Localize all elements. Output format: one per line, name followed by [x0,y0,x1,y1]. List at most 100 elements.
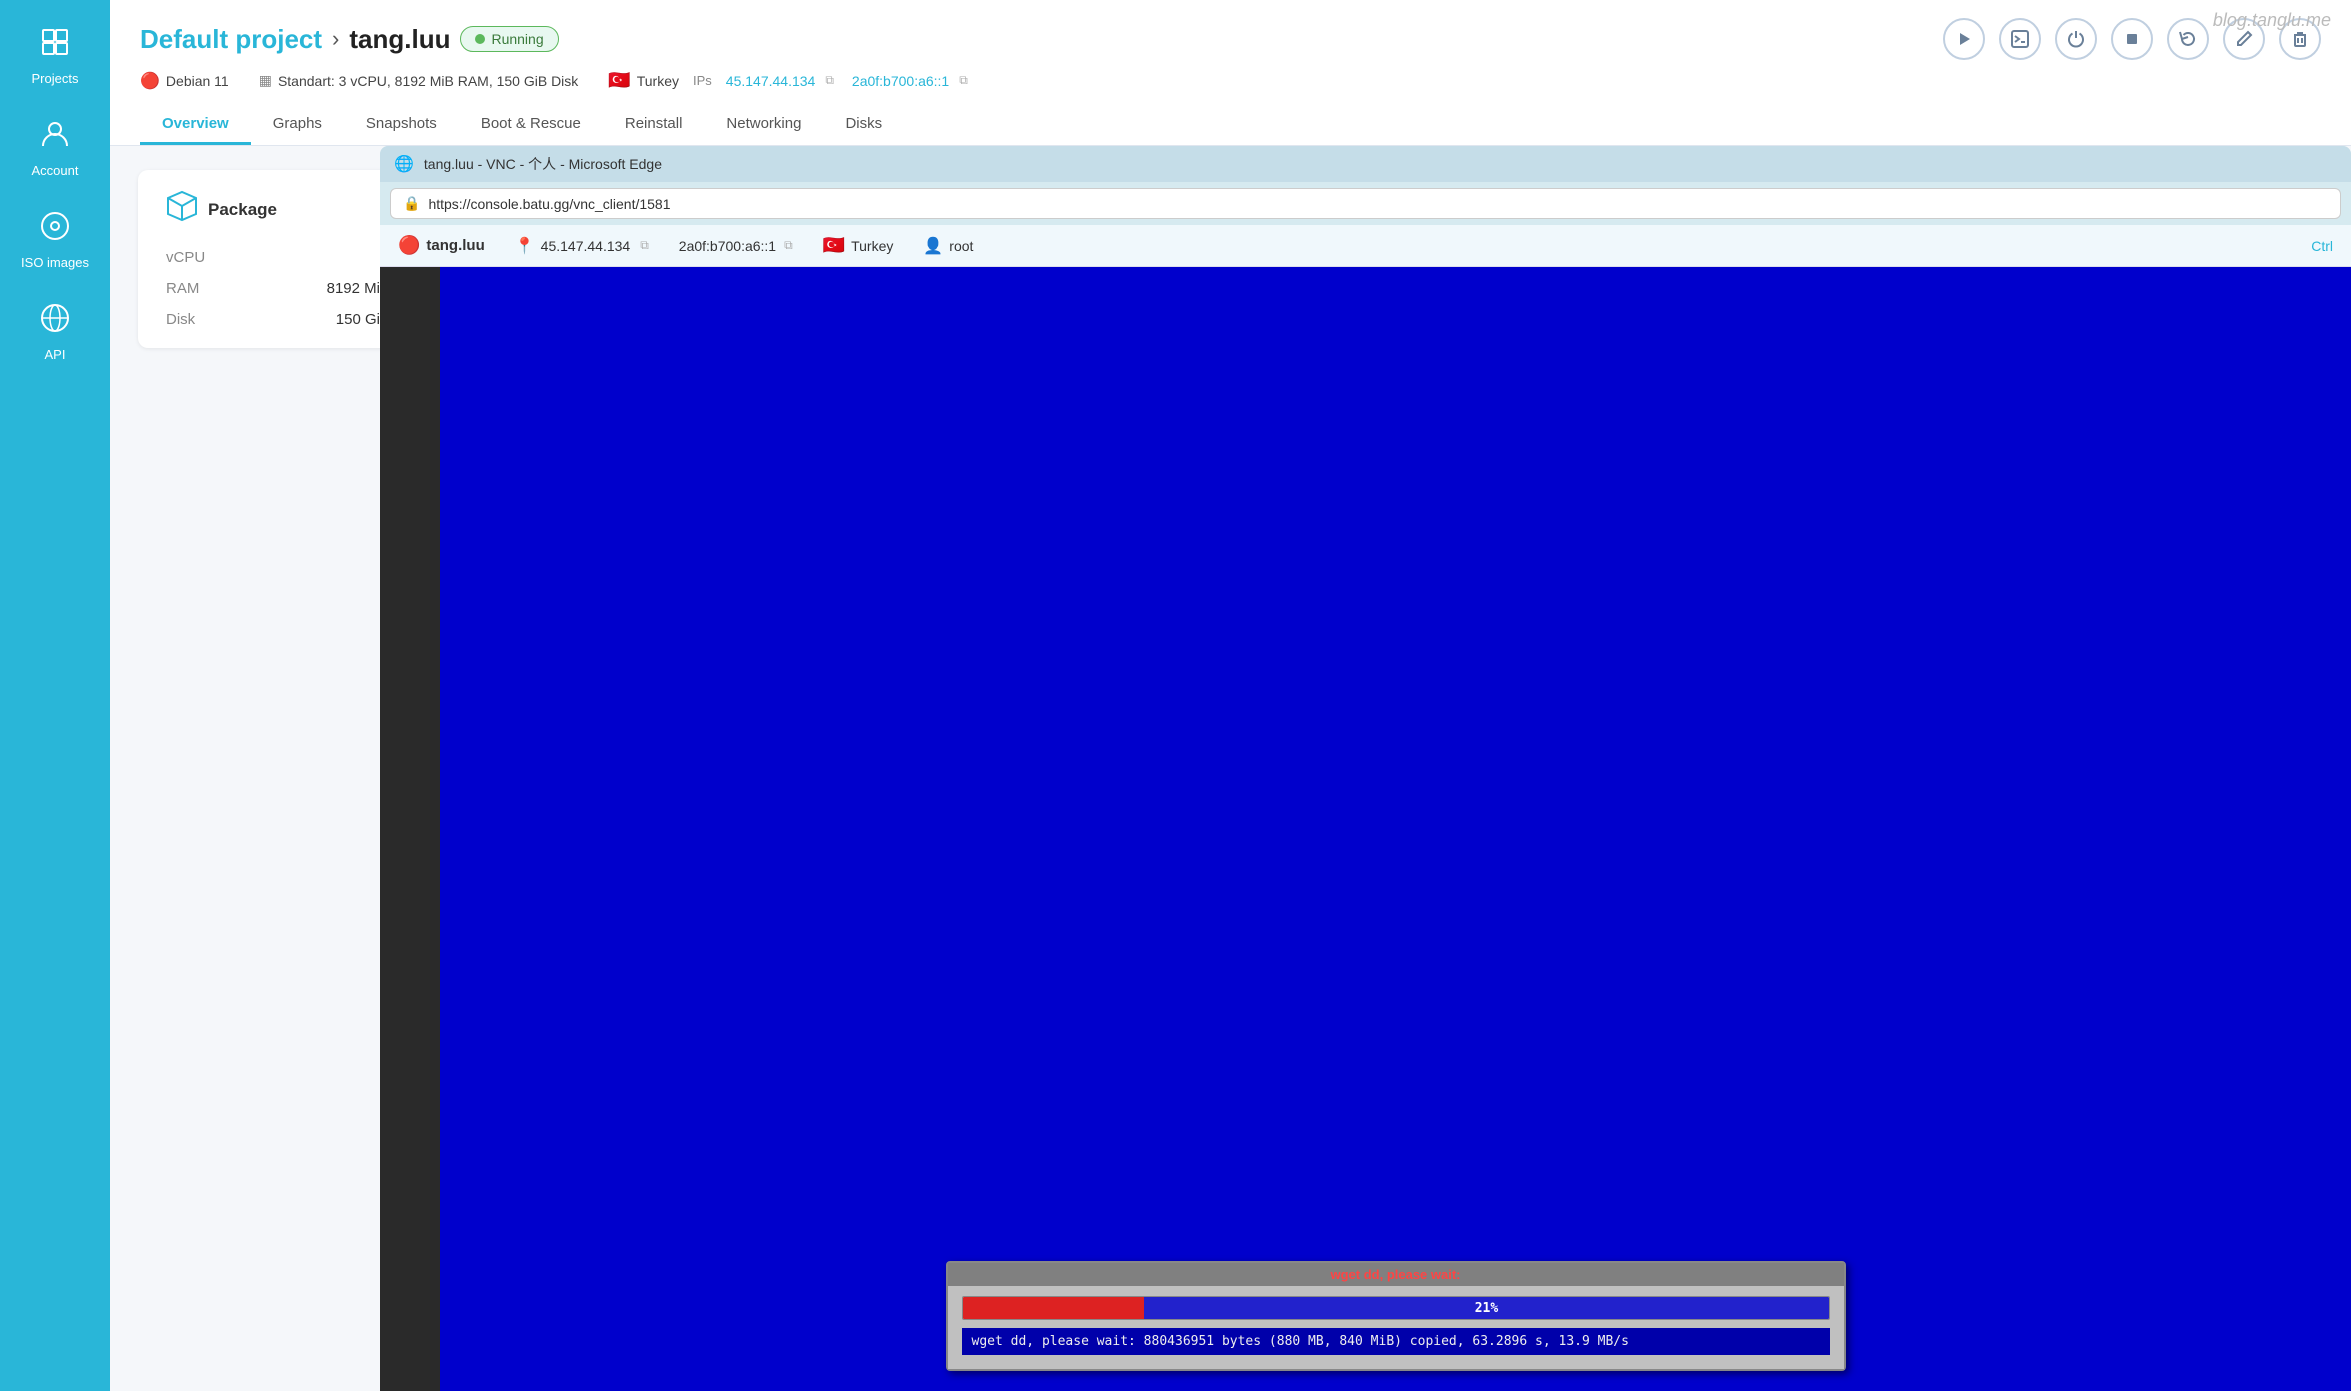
iso-icon [39,210,71,249]
header-top: Default project › tang.luu Running [140,18,2321,60]
stop-button[interactable] [2111,18,2153,60]
sidebar-label-projects: Projects [32,71,79,86]
watermark: blog.tanglu.me [2213,10,2331,31]
server-name: tang.luu [349,24,450,55]
location-info: 🇹🇷 Turkey IPs 45.147.44.134 ⧉ 2a0f:b700:… [608,70,968,91]
sidebar-label-api: API [45,347,66,362]
progress-bar-container: 21% [962,1296,1830,1320]
content-area: Package vCPU 3 RAM 8192 MiB Disk 150 GiB [110,146,2351,1391]
tab-overview[interactable]: Overview [140,105,251,145]
browser-tab-title: tang.luu - VNC - 个人 - Microsoft Edge [424,154,662,174]
browser-address-bar[interactable]: 🔒 https://console.batu.gg/vnc_client/158… [390,188,2341,219]
address-text: https://console.batu.gg/vnc_client/1581 [428,196,2328,212]
progress-fill [963,1297,1145,1319]
package-desc: Standart: 3 vCPU, 8192 MiB RAM, 150 GiB … [278,73,578,89]
package-box-icon [166,190,198,229]
progress-percent: 21% [1475,1301,1498,1316]
package-icon: ▦ [259,72,272,89]
vnc-ipv4: 45.147.44.134 [541,238,631,254]
vnc-ipv6-copy[interactable]: ⧉ [784,238,793,253]
flag-icon: 🇹🇷 [608,70,630,91]
sidebar-item-projects[interactable]: Projects [0,10,110,102]
ipv4-copy-icon[interactable]: ⧉ [825,73,834,88]
tab-snapshots[interactable]: Snapshots [344,105,459,145]
location-pin-icon: 📍 [515,236,535,256]
tab-boot-rescue[interactable]: Boot & Rescue [459,105,603,145]
os-icon: 🔴 [140,71,160,91]
ram-row: RAM 8192 MiB [166,280,390,297]
package-header: Package [166,190,390,229]
vnc-user: root [949,238,973,254]
sidebar: Projects Account ISO images API [0,0,110,1391]
vnc-ipv6: 2a0f:b700:a6::1 [679,238,776,254]
ipv4-link[interactable]: 45.147.44.134 [726,73,816,89]
vcpu-label: vCPU [166,249,205,266]
debian-icon: 🔴 [398,235,420,256]
package-details: vCPU 3 RAM 8192 MiB Disk 150 GiB [166,249,390,328]
tab-graphs[interactable]: Graphs [251,105,344,145]
projects-icon [39,26,71,65]
vnc-country-info: 🇹🇷 Turkey [823,235,894,256]
progress-rest: 21% [1144,1297,1828,1319]
disk-row: Disk 150 GiB [166,311,390,328]
dialog-content: 21% wget dd, please wait: 880436951 byte… [948,1286,1844,1369]
breadcrumb-separator: › [332,26,339,52]
vnc-server-name: tang.luu [426,237,484,254]
vnc-info-bar: 🔴 tang.luu 📍 45.147.44.134 ⧉ 2a0f:b700:a… [380,225,2351,267]
sidebar-label-account: Account [32,163,79,178]
vcpu-row: vCPU 3 [166,249,390,266]
os-name: Debian 11 [166,73,229,89]
country: Turkey [637,73,679,89]
reset-button[interactable] [2167,18,2209,60]
status-text: Running [491,31,543,47]
package-title: Package [208,200,277,220]
play-button[interactable] [1943,18,1985,60]
vnc-location-info: 📍 45.147.44.134 ⧉ [515,236,649,256]
status-dot [475,34,485,44]
dialog-title-text: wget dd, please wait: [1330,1267,1460,1282]
vnc-flag-icon: 🇹🇷 [823,235,845,256]
progress-bar: 21% [963,1297,1829,1319]
ips-label: IPs [693,73,712,88]
project-link[interactable]: Default project [140,24,322,55]
main-content: Default project › tang.luu Running [110,0,2351,1391]
sidebar-item-account[interactable]: Account [0,102,110,194]
vnc-user-info: 👤 root [923,236,973,256]
vnc-server-info: 🔴 tang.luu [398,235,485,256]
package-card: Package vCPU 3 RAM 8192 MiB Disk 150 GiB [138,170,418,348]
ipv6-link[interactable]: 2a0f:b700:a6::1 [852,73,949,89]
ipv6-copy-icon[interactable]: ⧉ [959,73,968,88]
browser-favicon: 🌐 [394,154,414,174]
progress-dialog: wget dd, please wait: 21% [946,1261,1846,1371]
tab-networking[interactable]: Networking [704,105,823,145]
server-meta: 🔴 Debian 11 ▦ Standart: 3 vCPU, 8192 MiB… [140,70,2321,91]
dialog-title-bar: wget dd, please wait: [948,1263,1844,1286]
browser-chrome: 🌐 tang.luu - VNC - 个人 - Microsoft Edge 🔒… [380,146,2351,225]
tab-disks[interactable]: Disks [823,105,904,145]
sidebar-label-iso: ISO images [21,255,89,270]
disk-label: Disk [166,311,195,328]
vnc-ctrl: Ctrl [2311,238,2333,254]
os-info: 🔴 Debian 11 [140,71,229,91]
sidebar-item-api[interactable]: API [0,286,110,378]
vnc-country: Turkey [851,238,893,254]
vnc-overlay: 🌐 tang.luu - VNC - 个人 - Microsoft Edge 🔒… [380,146,2351,1391]
vnc-ctrl-label: Ctrl [2311,238,2333,254]
console-button[interactable] [1999,18,2041,60]
power-button[interactable] [2055,18,2097,60]
user-icon: 👤 [923,236,943,256]
vnc-ipv4-copy[interactable]: ⧉ [640,238,649,253]
vnc-ipv6-info: 2a0f:b700:a6::1 ⧉ [679,238,793,254]
progress-status: wget dd, please wait: 880436951 bytes (8… [962,1328,1830,1355]
tab-reinstall[interactable]: Reinstall [603,105,705,145]
account-icon [39,118,71,157]
breadcrumb: Default project › tang.luu Running [140,24,559,55]
vnc-dark-sidebar [380,267,440,1391]
sidebar-item-iso-images[interactable]: ISO images [0,194,110,286]
ram-label: RAM [166,280,199,297]
browser-title-bar: 🌐 tang.luu - VNC - 个人 - Microsoft Edge [380,146,2351,182]
api-icon [39,302,71,341]
lock-icon: 🔒 [403,195,420,212]
status-badge: Running [460,26,558,52]
vnc-screen[interactable]: wget dd, please wait: 21% [380,267,2351,1391]
